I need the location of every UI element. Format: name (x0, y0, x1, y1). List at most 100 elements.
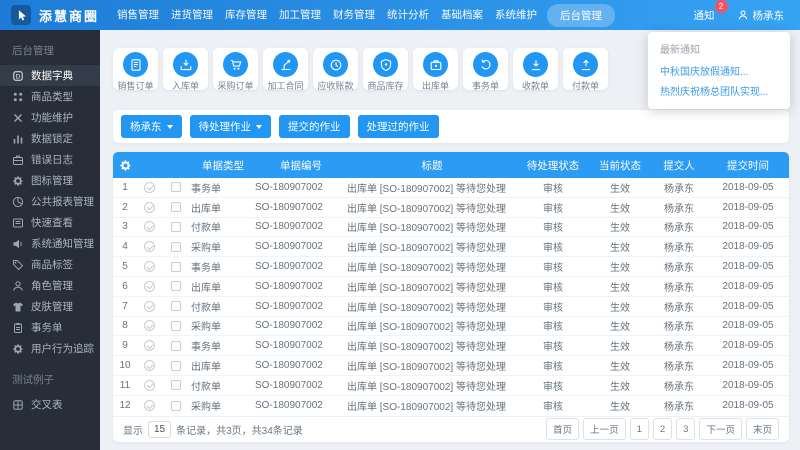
cell-submitter: 杨承东 (651, 279, 707, 294)
quick-action-outbound-order[interactable]: 出库单 (413, 48, 458, 90)
quick-action-purchase-order[interactable]: 采购订单 (213, 48, 258, 90)
table-row[interactable]: 2 出库单 SO-180907002 出库单 [SO-180907002] 等待… (113, 198, 789, 218)
quick-action-transaction-order[interactable]: 事务单 (463, 48, 508, 90)
nav-item-purchasing[interactable]: 进货管理 (165, 0, 219, 30)
sidebar-item-label: 交叉表 (31, 397, 63, 412)
sidebar-item-role-management[interactable]: 角色管理 (0, 275, 100, 296)
nav-item-statistics[interactable]: 统计分析 (381, 0, 435, 30)
sidebar-item-icon-management[interactable]: 图标管理 (0, 170, 100, 191)
row-view-icon[interactable] (137, 301, 161, 312)
row-checkbox[interactable] (161, 401, 191, 411)
sidebar-item-public-reports[interactable]: 公共报表管理 (0, 191, 100, 212)
quick-action-payment-order[interactable]: 付款单 (563, 48, 608, 90)
sidebar-item-product-type[interactable]: 商品类型 (0, 86, 100, 107)
table-row[interactable]: 4 采购单 SO-180907002 出库单 [SO-180907002] 等待… (113, 237, 789, 257)
sidebar-item-quick-view[interactable]: 快速查看 (0, 212, 100, 233)
pagination-page-3[interactable]: 3 (676, 418, 695, 440)
sidebar-item-label: 系统通知管理 (31, 236, 94, 251)
nav-item-system[interactable]: 系统维护 (489, 0, 543, 30)
table-row[interactable]: 5 事务单 SO-180907002 出库单 [SO-180907002] 等待… (113, 257, 789, 277)
clipboard-icon (12, 322, 24, 334)
cell-current-status: 生效 (589, 338, 651, 353)
row-view-icon[interactable] (137, 202, 161, 213)
sidebar-item-error-log[interactable]: 错误日志 (0, 149, 100, 170)
pagination-page-1[interactable]: 1 (630, 418, 649, 440)
sidebar-item-product-tags[interactable]: 商品标签 (0, 254, 100, 275)
user-name: 杨承东 (753, 8, 785, 23)
nav-item-inventory[interactable]: 库存管理 (219, 0, 273, 30)
nav-item-finance[interactable]: 财务管理 (327, 0, 381, 30)
row-checkbox[interactable] (161, 262, 191, 272)
app-logo-cursor-icon (11, 5, 31, 25)
sidebar-item-function-maintenance[interactable]: 功能维护 (0, 107, 100, 128)
table-row[interactable]: 3 付款单 SO-180907002 出库单 [SO-180907002] 等待… (113, 218, 789, 238)
row-view-icon[interactable] (137, 360, 161, 371)
row-view-icon[interactable] (137, 320, 161, 331)
row-checkbox[interactable] (161, 182, 191, 192)
table-row[interactable]: 9 事务单 SO-180907002 出库单 [SO-180907002] 等待… (113, 336, 789, 356)
notification-link[interactable]: 中秋国庆放假通知... (660, 63, 778, 78)
row-view-icon[interactable] (137, 281, 161, 292)
table-row[interactable]: 10 出库单 SO-180907002 出库单 [SO-180907002] 等… (113, 356, 789, 376)
filter-user-dropdown[interactable]: 杨承东 (121, 115, 182, 138)
sidebar-item-data-dictionary[interactable]: D 数据字典 (0, 65, 100, 86)
notifications-button[interactable]: 通知 2 (694, 8, 715, 23)
sidebar-item-data-lock[interactable]: 数据锁定 (0, 128, 100, 149)
row-checkbox[interactable] (161, 380, 191, 390)
user-menu[interactable]: 杨承东 (737, 8, 785, 23)
row-checkbox[interactable] (161, 341, 191, 351)
row-view-icon[interactable] (137, 182, 161, 193)
table-row[interactable]: 6 出库单 SO-180907002 出库单 [SO-180907002] 等待… (113, 277, 789, 297)
row-view-icon[interactable] (137, 221, 161, 232)
pagination-prev[interactable]: 上一页 (583, 418, 626, 440)
nav-item-processing[interactable]: 加工管理 (273, 0, 327, 30)
table-row[interactable]: 8 采购单 SO-180907002 出库单 [SO-180907002] 等待… (113, 317, 789, 337)
cell-doc-type: 事务单 (191, 338, 255, 353)
table-row[interactable]: 1 事务单 SO-180907002 出库单 [SO-180907002] 等待… (113, 178, 789, 198)
table-settings[interactable] (113, 159, 137, 172)
sidebar-section-backstage: 后台管理 (0, 30, 100, 65)
row-view-icon[interactable] (137, 241, 161, 252)
filter-submitted-tasks[interactable]: 提交的作业 (279, 115, 350, 138)
row-checkbox[interactable] (161, 222, 191, 232)
quick-action-label: 收款单 (522, 79, 549, 92)
nav-item-backstage-active[interactable]: 后台管理 (547, 4, 615, 27)
pagination-next[interactable]: 下一页 (699, 418, 742, 440)
row-checkbox[interactable] (161, 321, 191, 331)
sidebar-item-user-behavior-tracking[interactable]: 用户行为追踪 (0, 338, 100, 359)
row-checkbox[interactable] (161, 202, 191, 212)
quick-action-processing-contract[interactable]: 加工合同 (263, 48, 308, 90)
row-checkbox[interactable] (161, 242, 191, 252)
row-view-icon[interactable] (137, 261, 161, 272)
sidebar-item-transaction-orders[interactable]: 事务单 (0, 317, 100, 338)
quick-action-inbound-order[interactable]: 入库单 (163, 48, 208, 90)
page-size-input[interactable]: 15 (148, 421, 171, 438)
cell-pending-status: 审核 (517, 279, 589, 294)
sidebar-item-label: 错误日志 (31, 152, 73, 167)
filter-processed-tasks[interactable]: 处理过的作业 (358, 115, 439, 138)
pagination-first[interactable]: 首页 (546, 418, 579, 440)
nav-item-archives[interactable]: 基础档案 (435, 0, 489, 30)
row-checkbox[interactable] (161, 361, 191, 371)
pagination-last[interactable]: 末页 (746, 418, 779, 440)
sidebar-item-skin-management[interactable]: 皮肤管理 (0, 296, 100, 317)
quick-action-receipt-order[interactable]: 收款单 (513, 48, 558, 90)
quick-action-sales-order[interactable]: 销售订单 (113, 48, 158, 90)
notification-link[interactable]: 热烈庆祝杨总团队实现... (660, 83, 778, 98)
filter-pending-tasks-dropdown[interactable]: 待处理作业 (190, 115, 272, 138)
pagination-page-2[interactable]: 2 (653, 418, 672, 440)
sidebar-item-system-notifications[interactable]: 系统通知管理 (0, 233, 100, 254)
quick-action-product-inventory[interactable]: 商品库存 (363, 48, 408, 90)
table-row[interactable]: 11 付款单 SO-180907002 出库单 [SO-180907002] 等… (113, 376, 789, 396)
row-checkbox[interactable] (161, 281, 191, 291)
table-row[interactable]: 7 付款单 SO-180907002 出库单 [SO-180907002] 等待… (113, 297, 789, 317)
row-view-icon[interactable] (137, 380, 161, 391)
row-view-icon[interactable] (137, 340, 161, 351)
cell-pending-status: 审核 (517, 358, 589, 373)
quick-action-accounts-receivable[interactable]: 应收账款 (313, 48, 358, 90)
table-row[interactable]: 12 采购单 SO-180907002 出库单 [SO-180907002] 等… (113, 396, 789, 416)
row-view-icon[interactable] (137, 400, 161, 411)
row-checkbox[interactable] (161, 301, 191, 311)
sidebar-item-crosstab[interactable]: 交叉表 (0, 394, 100, 415)
nav-item-sales[interactable]: 销售管理 (111, 0, 165, 30)
